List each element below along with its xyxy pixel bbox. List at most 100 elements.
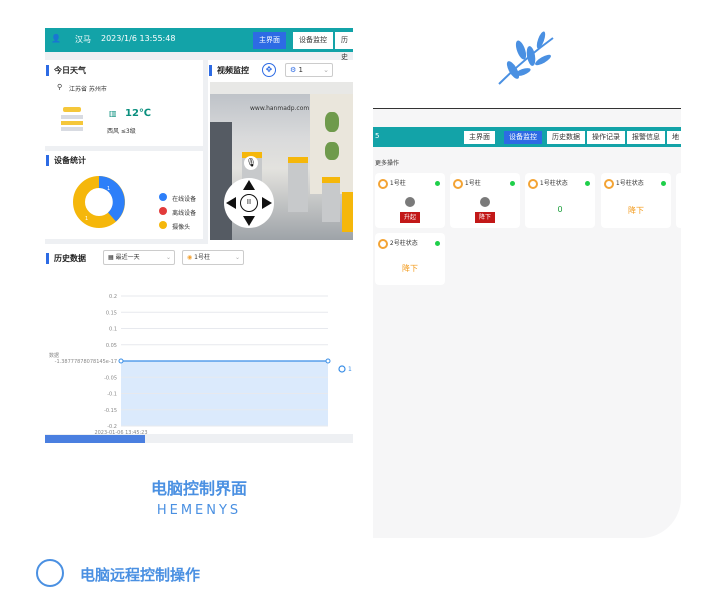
radio-icon[interactable] bbox=[604, 178, 614, 189]
card-header: 1号柱状态 bbox=[604, 178, 644, 189]
legend-camera: 摄像头 bbox=[159, 214, 190, 233]
y-tick-label: 0.2 bbox=[109, 294, 117, 300]
legend-label: 1 bbox=[348, 366, 352, 373]
x-tick-label: 2023-01-06 13:45:23 bbox=[94, 430, 147, 434]
device-card-5: 2号柱状态 降下 bbox=[375, 233, 445, 285]
card-title: 1号柱状态 bbox=[615, 180, 644, 187]
card-header: 1号柱 bbox=[378, 178, 406, 189]
card-header: 2号柱状态 bbox=[378, 238, 418, 249]
radio-icon[interactable] bbox=[378, 238, 388, 249]
column-value: 1号柱 bbox=[194, 254, 210, 261]
leaf-branch-icon bbox=[498, 31, 554, 85]
chevron-down-icon: ⌄ bbox=[165, 254, 171, 261]
status-indicator bbox=[480, 197, 490, 207]
arrow-down-icon[interactable] bbox=[243, 216, 255, 226]
arrow-left-icon[interactable] bbox=[226, 197, 236, 209]
thermometer-icon: ▥ bbox=[109, 109, 117, 118]
donut-label-online: 1 bbox=[107, 186, 110, 192]
mute-icon[interactable]: 🎙 bbox=[244, 156, 258, 170]
device-stats-card: 设备统计 1 1 在线设备 离线设备 摄像头 bbox=[45, 151, 203, 239]
range-select[interactable]: ▦ 最近一天 ⌄ bbox=[103, 250, 175, 265]
circle-icon bbox=[36, 559, 64, 587]
right-title-fragment: 5 bbox=[375, 132, 380, 140]
video-feed[interactable]: www.hanmadp.com 🎙 II bbox=[210, 82, 353, 240]
range-value: 最近一天 bbox=[115, 254, 140, 261]
rtab-history[interactable]: 历史数据 bbox=[547, 131, 585, 144]
scrollbar-thumb[interactable] bbox=[45, 435, 145, 443]
rtab-main[interactable]: 主界面 bbox=[464, 131, 495, 144]
status-value: 降下 bbox=[628, 206, 644, 215]
online-status-dot bbox=[435, 181, 440, 186]
sun-cloud-icon bbox=[59, 105, 85, 133]
tab-history[interactable]: 历史 bbox=[335, 32, 353, 61]
pause-icon[interactable]: II bbox=[240, 194, 258, 212]
status-indicator bbox=[405, 197, 415, 207]
raise-button[interactable]: 升起 bbox=[400, 212, 420, 223]
channel-value: 1 bbox=[298, 66, 303, 74]
chevron-down-icon: ⌄ bbox=[323, 66, 329, 74]
card-title: 1号柱状态 bbox=[539, 180, 568, 187]
section-title: 更多操作 bbox=[375, 160, 400, 167]
card-header: 1号柱状态 bbox=[528, 178, 568, 189]
video-card: 视频监控 ✥ ⚙ 1 ⌄ www.hanmadp.com 🎙 II bbox=[208, 60, 353, 270]
online-status-dot bbox=[585, 181, 590, 186]
temperature: 12℃ bbox=[125, 108, 152, 119]
footer-heading: 电脑远程控制操作 bbox=[80, 566, 201, 584]
rtab-alarms[interactable]: 报警信息 bbox=[627, 131, 665, 144]
rtab-map[interactable]: 地 bbox=[667, 131, 681, 144]
y-tick-label: -0.15 bbox=[104, 408, 117, 414]
user-avatar-icon[interactable]: 👤 bbox=[51, 34, 61, 43]
caption-subtitle: HEMENYS bbox=[156, 503, 242, 518]
y-tick-label: -0.1 bbox=[107, 392, 117, 398]
y-axis-label: 数据 bbox=[49, 352, 59, 359]
device-donut-chart: 1 1 bbox=[73, 176, 125, 228]
device-card-1: 1号柱 升起 bbox=[375, 173, 445, 228]
ptz-control-icon[interactable]: ✥ bbox=[262, 63, 276, 77]
arrow-up-icon[interactable] bbox=[243, 180, 255, 190]
column-select[interactable]: ◉ 1号柱 ⌄ bbox=[182, 250, 244, 265]
status-value: 降下 bbox=[402, 264, 418, 273]
y-tick-label: 0.1 bbox=[109, 327, 117, 333]
device-card-partial bbox=[676, 173, 681, 228]
donut-label-camera: 1 bbox=[85, 216, 88, 222]
channel-select[interactable]: ⚙ 1 ⌄ bbox=[285, 63, 333, 77]
history-title: 历史数据 bbox=[46, 253, 86, 264]
y-tick-label: -1.38777878078145e-17 bbox=[55, 359, 117, 365]
online-status-dot bbox=[510, 181, 515, 186]
y-tick-label: -0.05 bbox=[104, 375, 117, 381]
divider bbox=[375, 108, 681, 109]
video-watermark: www.hanmadp.com bbox=[250, 105, 310, 112]
lower-button[interactable]: 降下 bbox=[475, 212, 495, 223]
device-card-2: 1号柱 降下 bbox=[450, 173, 520, 228]
rtab-device-monitor[interactable]: 设备监控 bbox=[504, 131, 542, 144]
weather-card: 今日天气 ⚲ 江苏省 苏州市 ▥ 12℃ 西风 ≤3级 bbox=[45, 60, 203, 146]
online-status-dot bbox=[661, 181, 666, 186]
direction-pad[interactable]: II bbox=[224, 178, 274, 228]
device-card-4: 1号柱状态 降下 bbox=[601, 173, 671, 228]
user-name: 汉马 bbox=[75, 35, 91, 44]
weather-title: 今日天气 bbox=[46, 65, 86, 76]
right-app-screenshot: 5 主界面 设备监控 历史数据 操作记录 报警信息 地 更多操作 1号柱 升起 … bbox=[373, 108, 681, 538]
left-app-screenshot: 👤 汉马 2023/1/6 13:55:48 主界面 设备监控 历史 今日天气 … bbox=[45, 28, 353, 443]
status-value: 0 bbox=[557, 205, 563, 214]
tab-main[interactable]: 主界面 bbox=[253, 32, 286, 49]
y-tick-label: 0.05 bbox=[106, 343, 117, 349]
arrow-right-icon[interactable] bbox=[262, 197, 272, 209]
device-stats-title: 设备统计 bbox=[46, 155, 86, 166]
device-card-3: 1号柱状态 0 bbox=[525, 173, 595, 228]
online-status-dot bbox=[435, 241, 440, 246]
y-tick-label: 0.15 bbox=[106, 310, 117, 316]
wind: 西风 ≤3级 bbox=[107, 128, 136, 135]
legend-marker bbox=[338, 365, 346, 373]
chevron-down-icon: ⌄ bbox=[234, 254, 240, 261]
legend-camera-dot bbox=[159, 220, 167, 229]
location-pin-icon: ⚲ bbox=[57, 83, 63, 91]
card-title: 2号柱状态 bbox=[389, 240, 418, 247]
radio-icon[interactable] bbox=[453, 178, 463, 189]
radio-icon[interactable] bbox=[378, 178, 388, 189]
tab-device-monitor[interactable]: 设备监控 bbox=[293, 32, 333, 49]
rtab-operations[interactable]: 操作记录 bbox=[587, 131, 625, 144]
radio-icon[interactable] bbox=[528, 178, 538, 189]
video-title: 视频监控 bbox=[209, 65, 249, 76]
card-title: 1号柱 bbox=[389, 180, 406, 187]
